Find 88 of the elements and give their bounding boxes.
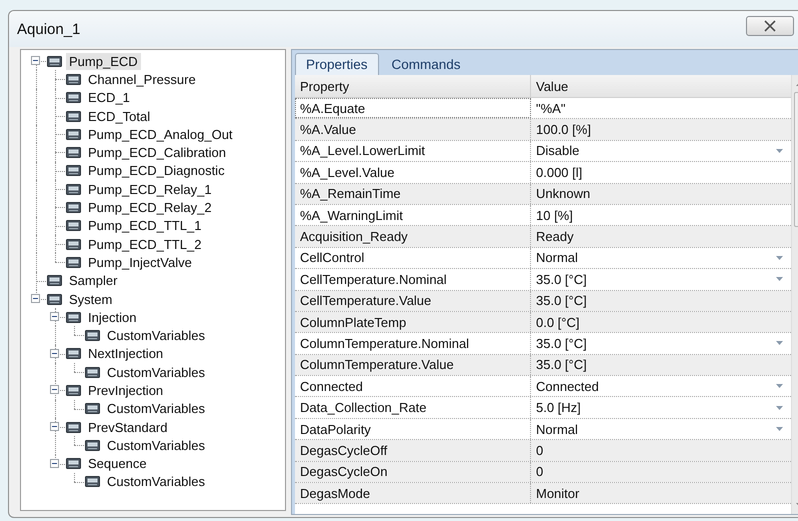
- tree-item[interactable]: CustomVariables: [104, 364, 208, 381]
- property-value[interactable]: Ready: [531, 226, 791, 247]
- tree-item[interactable]: PrevStandard: [85, 418, 170, 436]
- tree-item[interactable]: Pump_ECD_Calibration: [85, 144, 230, 162]
- dropdown-arrow-icon[interactable]: [776, 277, 783, 282]
- property-name: %A.Value: [295, 119, 531, 140]
- device-icon: [66, 128, 81, 140]
- collapse-toggle[interactable]: [50, 312, 59, 322]
- dropdown-arrow-icon[interactable]: [776, 427, 783, 432]
- device-icon: [66, 458, 81, 470]
- property-value[interactable]: 0: [531, 462, 791, 482]
- dropdown-arrow-icon[interactable]: [776, 406, 783, 410]
- close-button[interactable]: [746, 16, 794, 36]
- collapse-toggle[interactable]: [31, 56, 40, 65]
- tree-item[interactable]: CustomVariables: [104, 327, 208, 344]
- tab[interactable]: Properties: [295, 53, 379, 75]
- device-icon: [66, 348, 81, 360]
- device-icon: [66, 202, 81, 214]
- collapse-toggle[interactable]: [50, 348, 59, 358]
- property-value[interactable]: Unknown: [531, 184, 791, 204]
- dropdown-arrow-icon[interactable]: [776, 384, 783, 388]
- tree-item[interactable]: PrevInjection: [85, 382, 166, 399]
- device-icon: [66, 312, 81, 323]
- tree-item[interactable]: Pump_ECD_Analog_Out: [85, 126, 236, 143]
- device-icon: [66, 422, 81, 433]
- device-icon: [66, 256, 81, 268]
- collapse-toggle[interactable]: [31, 294, 40, 303]
- tree-item[interactable]: Injection: [85, 308, 140, 326]
- column-header[interactable]: Value: [531, 75, 791, 97]
- device-icon: [47, 294, 62, 304]
- tree-item[interactable]: CustomVariables: [104, 400, 208, 418]
- device-icon: [66, 92, 81, 104]
- tree-item[interactable]: Pump_ECD_Diagnostic: [85, 162, 228, 180]
- tree-item[interactable]: ECD_Total: [85, 108, 154, 125]
- property-value[interactable]: 100.0 [%]: [531, 119, 791, 140]
- device-icon: [85, 403, 100, 414]
- tree-item[interactable]: CustomVariables: [104, 436, 208, 454]
- tree-item[interactable]: Sampler: [66, 272, 120, 290]
- property-name: Acquisition_Ready: [295, 226, 531, 247]
- property-name: %A_RemainTime: [295, 184, 531, 204]
- property-name: CellTemperature.Value: [295, 290, 531, 311]
- window-title: Aquion_1: [16, 20, 80, 38]
- collapse-toggle[interactable]: [50, 385, 59, 394]
- tree-item[interactable]: Pump_ECD_TTL_1: [85, 217, 204, 234]
- property-value[interactable]: 0: [531, 440, 791, 461]
- property-name: ColumnPlateTemp: [295, 312, 531, 332]
- dropdown-arrow-icon[interactable]: [776, 256, 783, 260]
- tree-item[interactable]: Pump_ECD: [66, 52, 141, 70]
- property-value[interactable]: 35.0 [°C]: [531, 354, 791, 376]
- device-icon: [66, 220, 81, 232]
- tree-item[interactable]: Pump_ECD_Relay_1: [85, 180, 215, 198]
- device-icon: [85, 366, 100, 378]
- dropdown-arrow-icon[interactable]: [776, 341, 783, 346]
- device-icon: [85, 476, 100, 488]
- device-icon: [85, 440, 100, 451]
- device-icon: [66, 238, 81, 250]
- property-name: DegasMode: [295, 483, 531, 504]
- device-icon: [66, 74, 81, 85]
- property-value[interactable]: Monitor: [531, 483, 791, 504]
- tab[interactable]: Commands: [380, 53, 472, 75]
- property-name: DegasCycleOn: [295, 462, 531, 482]
- device-icon: [47, 275, 62, 286]
- device-icon: [66, 165, 81, 176]
- property-name: ColumnTemperature.Value: [295, 354, 531, 376]
- tree-item[interactable]: Pump_InjectValve: [85, 254, 195, 271]
- property-name: %A.Equate: [295, 98, 531, 118]
- tree-item[interactable]: Pump_ECD_TTL_2: [85, 236, 204, 253]
- column-header[interactable]: Property: [295, 75, 531, 97]
- device-icon: [85, 330, 100, 342]
- tree-item[interactable]: CustomVariables: [104, 473, 208, 490]
- device-icon: [66, 110, 81, 122]
- tree-item[interactable]: Sequence: [85, 455, 150, 472]
- property-value[interactable]: 35.0 [°C]: [531, 290, 791, 311]
- tree-item[interactable]: Channel_Pressure: [85, 70, 199, 88]
- collapse-toggle[interactable]: [50, 422, 59, 431]
- device-icon: [66, 384, 81, 396]
- collapse-toggle[interactable]: [50, 458, 59, 468]
- tree-item[interactable]: NextInjection: [85, 345, 166, 362]
- property-name: DegasCycleOff: [295, 440, 531, 461]
- property-value[interactable]: 0.0 [°C]: [531, 312, 791, 332]
- tree-item[interactable]: System: [66, 290, 116, 308]
- dropdown-arrow-icon[interactable]: [776, 148, 783, 153]
- close-icon: [763, 20, 777, 32]
- tree-item[interactable]: Pump_ECD_Relay_2: [85, 199, 215, 216]
- device-icon: [66, 147, 81, 158]
- tree-item[interactable]: ECD_1: [85, 89, 133, 106]
- device-icon: [47, 56, 62, 67]
- device-icon: [66, 184, 81, 195]
